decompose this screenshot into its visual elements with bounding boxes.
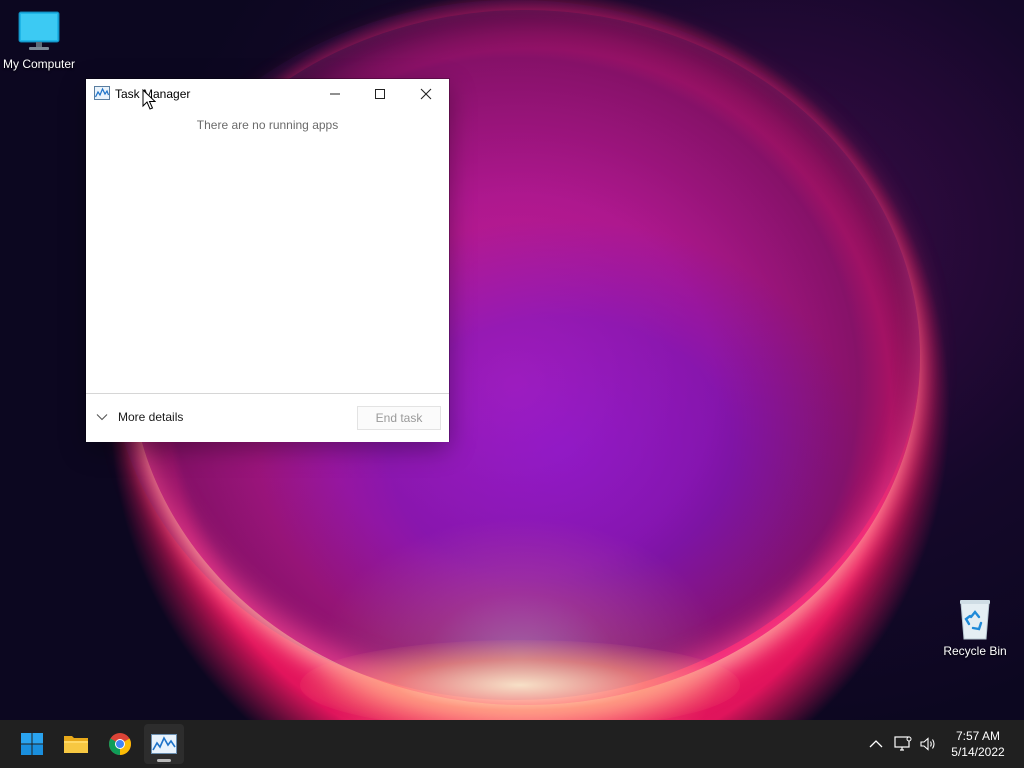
network-button[interactable]: [893, 734, 913, 754]
file-explorer-icon: [64, 736, 88, 753]
show-hidden-icons-button[interactable]: [866, 734, 886, 754]
desktop-icon-recycle-bin[interactable]: Recycle Bin: [936, 597, 1014, 658]
desktop-icon-label: Recycle Bin: [943, 644, 1007, 658]
taskbar: 7:57 AM 5/14/2022: [0, 720, 1024, 768]
clock[interactable]: 7:57 AM 5/14/2022: [940, 728, 1016, 760]
chevron-down-icon: [96, 414, 108, 421]
maximize-icon: [374, 89, 385, 99]
chevron-up-icon: [869, 740, 883, 748]
taskbar-task-manager[interactable]: [144, 724, 184, 764]
volume-button[interactable]: [918, 734, 938, 754]
close-button[interactable]: [403, 79, 448, 109]
no-apps-message: There are no running apps: [196, 118, 339, 132]
minimize-button[interactable]: [312, 79, 357, 109]
task-manager-icon: [94, 86, 110, 100]
maximize-button[interactable]: [357, 79, 402, 109]
close-icon: [420, 88, 431, 100]
wallpaper-glow: [300, 640, 740, 720]
task-manager-icon: [151, 734, 177, 754]
title-bar[interactable]: Task Manager: [86, 79, 449, 109]
start-button[interactable]: [12, 724, 52, 764]
start-icon: [21, 733, 43, 755]
recycle-bin-icon: [953, 597, 997, 641]
end-task-button[interactable]: End task: [357, 406, 441, 430]
more-details-label: More details: [118, 410, 184, 424]
desktop-icon-my-computer[interactable]: My Computer: [0, 10, 78, 71]
more-details-button[interactable]: More details: [96, 410, 183, 424]
desktop-icon-label: My Computer: [2, 57, 76, 71]
task-manager-window[interactable]: Task Manager There are no running apps M…: [86, 79, 449, 442]
active-indicator: [157, 759, 171, 762]
network-icon: [894, 736, 912, 751]
taskbar-file-explorer[interactable]: [56, 724, 96, 764]
monitor-icon: [17, 10, 61, 54]
volume-icon: [920, 737, 935, 751]
window-footer: More details End task: [86, 393, 449, 442]
taskbar-chrome[interactable]: [100, 724, 140, 764]
clock-time: 7:57 AM: [955, 729, 1001, 743]
minimize-icon: [329, 93, 340, 95]
mouse-cursor-icon: [142, 89, 156, 110]
clock-date: 5/14/2022: [951, 745, 1005, 759]
chrome-icon: [109, 733, 131, 755]
